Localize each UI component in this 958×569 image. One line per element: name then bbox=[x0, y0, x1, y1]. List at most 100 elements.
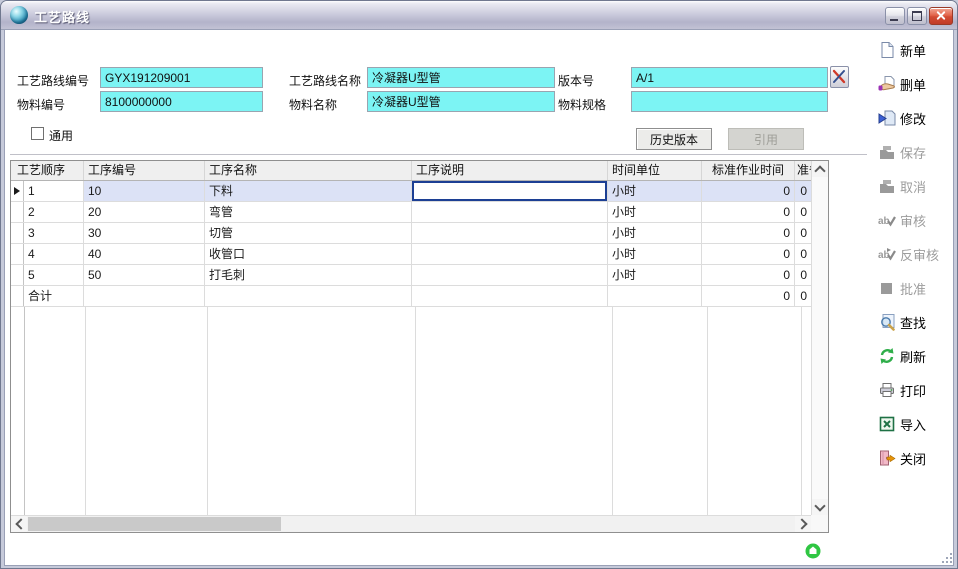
table-row[interactable]: 3 30 切管 小时 0 0 bbox=[11, 223, 811, 244]
table-row[interactable]: 2 20 弯管 小时 0 0 bbox=[11, 202, 811, 223]
cell-unit[interactable]: 小时 bbox=[608, 202, 702, 222]
cell-name[interactable]: 收管口 bbox=[205, 244, 412, 264]
row-indicator-cell bbox=[11, 286, 24, 306]
col-header-desc: 工序说明 bbox=[412, 161, 608, 180]
cell-code[interactable]: 50 bbox=[84, 265, 205, 285]
import-excel-icon bbox=[878, 415, 896, 433]
horizontal-scrollbar[interactable] bbox=[11, 515, 811, 532]
cell-name[interactable]: 弯管 bbox=[205, 202, 412, 222]
col-header-std-time: 标准作业时间 bbox=[702, 161, 795, 180]
material-spec-input[interactable] bbox=[631, 91, 828, 112]
cell-prep[interactable]: 0 bbox=[795, 244, 811, 264]
cell-prep[interactable]: 0 bbox=[795, 223, 811, 243]
table-row[interactable]: 4 40 收管口 小时 0 0 bbox=[11, 244, 811, 265]
row-indicator-cell bbox=[11, 181, 24, 201]
find-button[interactable]: 查找 bbox=[875, 307, 949, 337]
material-name-input[interactable] bbox=[367, 91, 555, 112]
table-row[interactable]: 5 50 打毛刺 小时 0 0 bbox=[11, 265, 811, 286]
route-name-input[interactable] bbox=[367, 67, 555, 88]
resize-grip-icon[interactable] bbox=[942, 553, 954, 565]
scroll-right-button[interactable] bbox=[795, 516, 811, 532]
process-steps-grid: 工艺顺序 工序编号 工序名称 工序说明 时间单位 标准作业时间 准备 1 10 … bbox=[10, 160, 829, 533]
close-form-button[interactable]: 关闭 bbox=[875, 443, 949, 473]
desc-cell-editor[interactable] bbox=[412, 181, 607, 201]
scrollbar-corner bbox=[811, 515, 828, 532]
scroll-left-button[interactable] bbox=[11, 516, 27, 532]
cell-seq[interactable]: 3 bbox=[24, 223, 84, 243]
cell-unit[interactable]: 小时 bbox=[608, 244, 702, 264]
close-button[interactable] bbox=[929, 7, 953, 25]
maximize-icon bbox=[912, 11, 922, 21]
cell-prep[interactable]: 0 bbox=[795, 202, 811, 222]
cell-desc[interactable] bbox=[412, 181, 608, 201]
cell-name[interactable]: 打毛刺 bbox=[205, 265, 412, 285]
horizontal-scroll-thumb[interactable] bbox=[28, 517, 281, 531]
cell-std-time[interactable]: 0 bbox=[702, 265, 795, 285]
minimize-button[interactable] bbox=[885, 7, 905, 25]
cell-seq[interactable]: 1 bbox=[24, 181, 84, 201]
cell-unit[interactable]: 小时 bbox=[608, 265, 702, 285]
version-input[interactable] bbox=[631, 67, 828, 88]
new-doc-button[interactable]: 新单 bbox=[875, 35, 949, 65]
cell-code[interactable]: 30 bbox=[84, 223, 205, 243]
delete-doc-button[interactable]: 删单 bbox=[875, 69, 949, 99]
col-header-seq: 工艺顺序 bbox=[11, 161, 84, 180]
cell-name[interactable]: 下料 bbox=[205, 181, 412, 201]
cell-desc[interactable] bbox=[412, 244, 608, 264]
version-tool-button[interactable] bbox=[830, 66, 849, 88]
cell-name bbox=[205, 286, 412, 306]
import-button[interactable]: 导入 bbox=[875, 409, 949, 439]
approve-icon bbox=[878, 279, 896, 297]
title-bar[interactable]: 工艺路线 bbox=[1, 1, 957, 30]
material-code-input[interactable] bbox=[100, 91, 263, 112]
general-checkbox[interactable] bbox=[31, 127, 44, 140]
print-button[interactable]: 打印 bbox=[875, 375, 949, 405]
cell-name[interactable]: 切管 bbox=[205, 223, 412, 243]
cell-std-time[interactable]: 0 bbox=[702, 202, 795, 222]
cell-prep[interactable]: 0 bbox=[795, 181, 811, 201]
scroll-down-button[interactable] bbox=[812, 499, 828, 515]
col-header-name: 工序名称 bbox=[205, 161, 412, 180]
search-icon bbox=[878, 313, 896, 331]
col-header-code: 工序编号 bbox=[84, 161, 205, 180]
cell-seq[interactable]: 4 bbox=[24, 244, 84, 264]
app-globe-icon bbox=[10, 6, 28, 24]
material-name-label: 物料名称 bbox=[289, 96, 337, 113]
total-row: 合计 0 0 bbox=[11, 286, 811, 307]
route-code-label: 工艺路线编号 bbox=[17, 72, 89, 89]
printer-icon bbox=[878, 381, 896, 399]
history-version-button[interactable]: 历史版本 bbox=[636, 128, 712, 150]
row-indicator-cell bbox=[11, 265, 24, 285]
cell-unit[interactable]: 小时 bbox=[608, 223, 702, 243]
cell-desc[interactable] bbox=[412, 202, 608, 222]
unaudit-icon: ab bbox=[878, 245, 896, 263]
cell-code[interactable]: 10 bbox=[84, 181, 205, 201]
cell-code[interactable]: 40 bbox=[84, 244, 205, 264]
save-icon bbox=[878, 143, 896, 161]
cell-std-time[interactable]: 0 bbox=[702, 181, 795, 201]
modify-button[interactable]: 修改 bbox=[875, 103, 949, 133]
cell-unit[interactable]: 小时 bbox=[608, 181, 702, 201]
chevron-left-icon bbox=[15, 518, 26, 529]
grid-body: 工艺顺序 工序编号 工序名称 工序说明 时间单位 标准作业时间 准备 1 10 … bbox=[11, 161, 811, 515]
cell-desc bbox=[412, 286, 608, 306]
cell-desc[interactable] bbox=[412, 223, 608, 243]
cell-code[interactable]: 20 bbox=[84, 202, 205, 222]
cell-prep[interactable]: 0 bbox=[795, 265, 811, 285]
refresh-button[interactable]: 刷新 bbox=[875, 341, 949, 371]
table-row[interactable]: 1 10 下料 小时 0 0 bbox=[11, 181, 811, 202]
cell-std-time[interactable]: 0 bbox=[702, 223, 795, 243]
grid-empty-area bbox=[11, 307, 811, 515]
col-header-unit: 时间单位 bbox=[608, 161, 702, 180]
route-code-input[interactable] bbox=[100, 67, 263, 88]
cell-desc[interactable] bbox=[412, 265, 608, 285]
material-code-label: 物料编号 bbox=[17, 96, 65, 113]
cell-seq[interactable]: 2 bbox=[24, 202, 84, 222]
cell-seq[interactable]: 5 bbox=[24, 265, 84, 285]
cell-std-time[interactable]: 0 bbox=[702, 244, 795, 264]
maximize-button[interactable] bbox=[907, 7, 927, 25]
vertical-scrollbar[interactable] bbox=[811, 161, 828, 515]
chevron-down-icon bbox=[814, 500, 825, 511]
edit-tools-icon bbox=[831, 67, 848, 87]
scroll-up-button[interactable] bbox=[812, 161, 828, 177]
